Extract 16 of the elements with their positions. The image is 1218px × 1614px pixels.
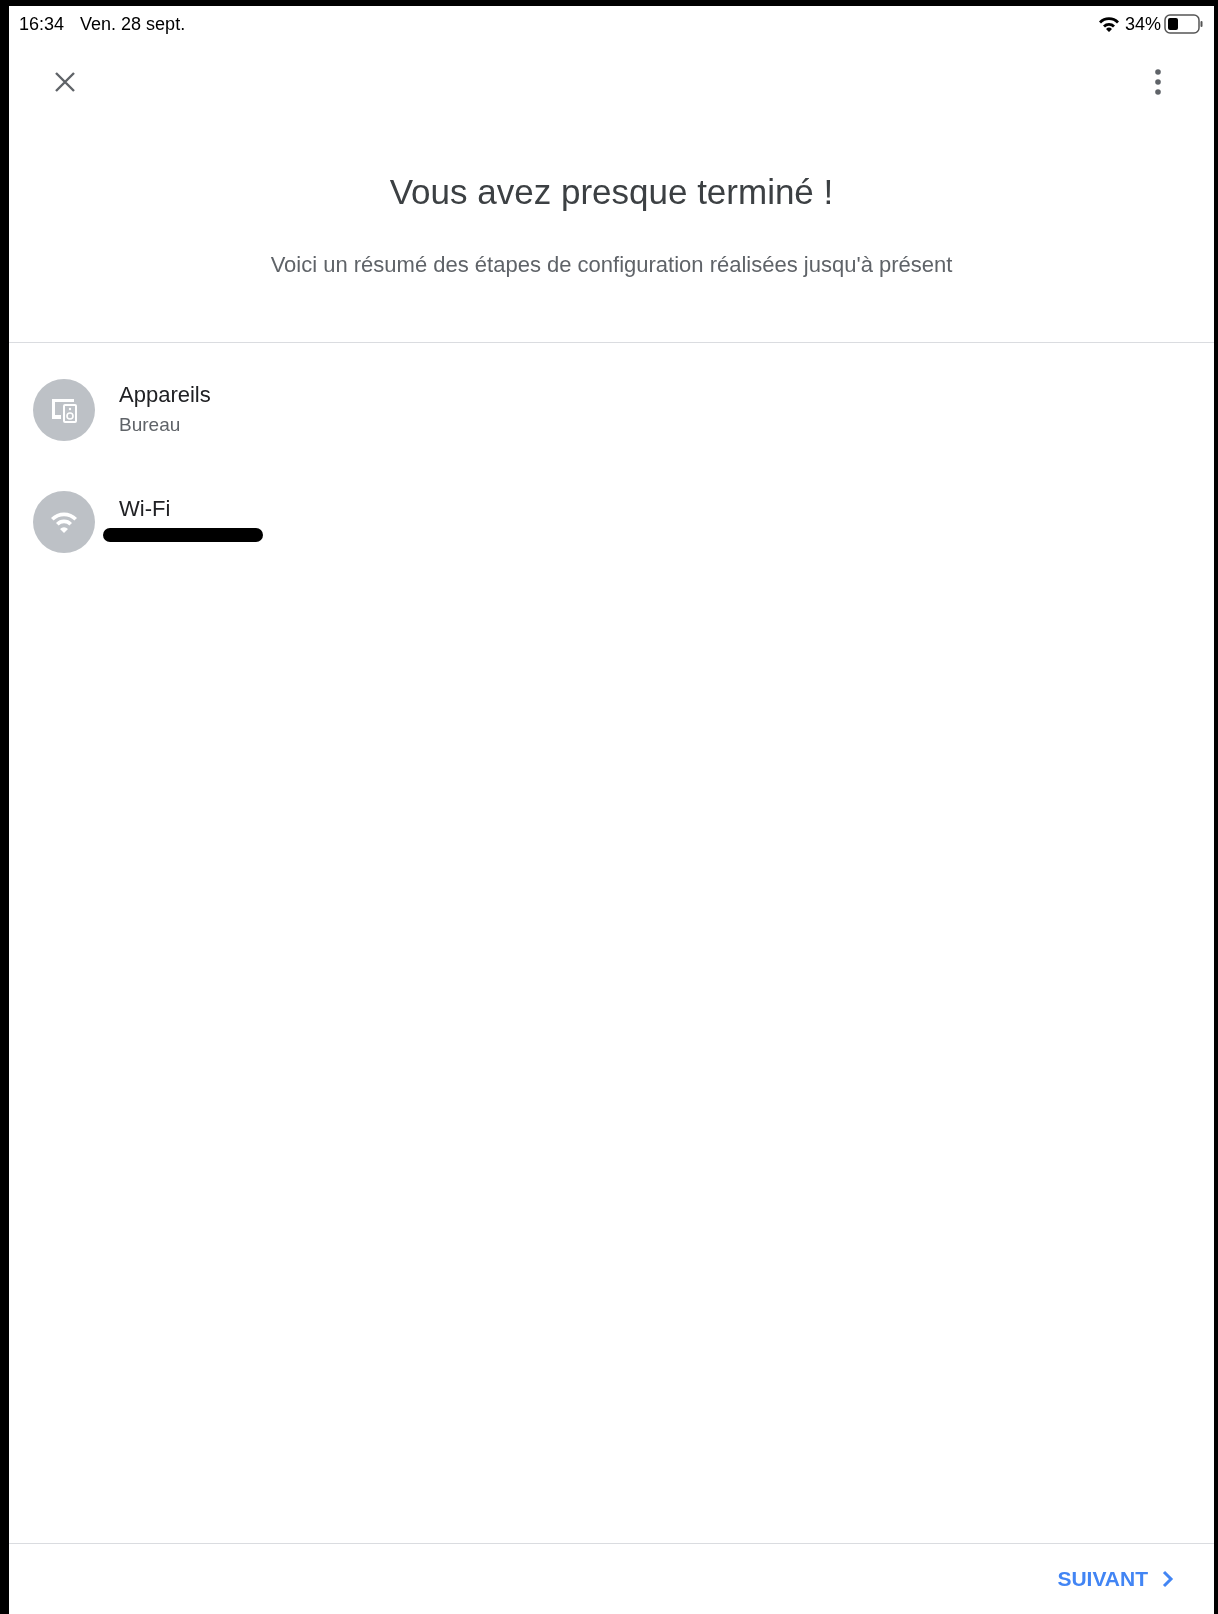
- page-subtitle: Voici un résumé des étapes de configuration réalisées jusqu'à présent: [269, 251, 954, 279]
- item-title: Appareils: [119, 381, 211, 409]
- page-title: Vous avez presque terminé !: [388, 171, 835, 213]
- next-button[interactable]: SUIVANT: [1057, 1563, 1174, 1595]
- item-subtitle: Bureau: [119, 413, 182, 437]
- wifi-icon: [50, 511, 78, 533]
- battery-icon: [1164, 14, 1204, 34]
- close-icon: [54, 71, 76, 93]
- status-time: 16:34: [19, 12, 65, 36]
- battery-percent: 34%: [1124, 12, 1161, 36]
- more-vertical-icon: [1155, 69, 1161, 95]
- devices-icon: [50, 397, 78, 423]
- item-title: Wi-Fi: [119, 495, 172, 523]
- wifi-signal-icon: [1097, 16, 1120, 32]
- status-date: Ven. 28 sept.: [80, 12, 186, 36]
- chevron-right-icon: [1162, 1570, 1174, 1588]
